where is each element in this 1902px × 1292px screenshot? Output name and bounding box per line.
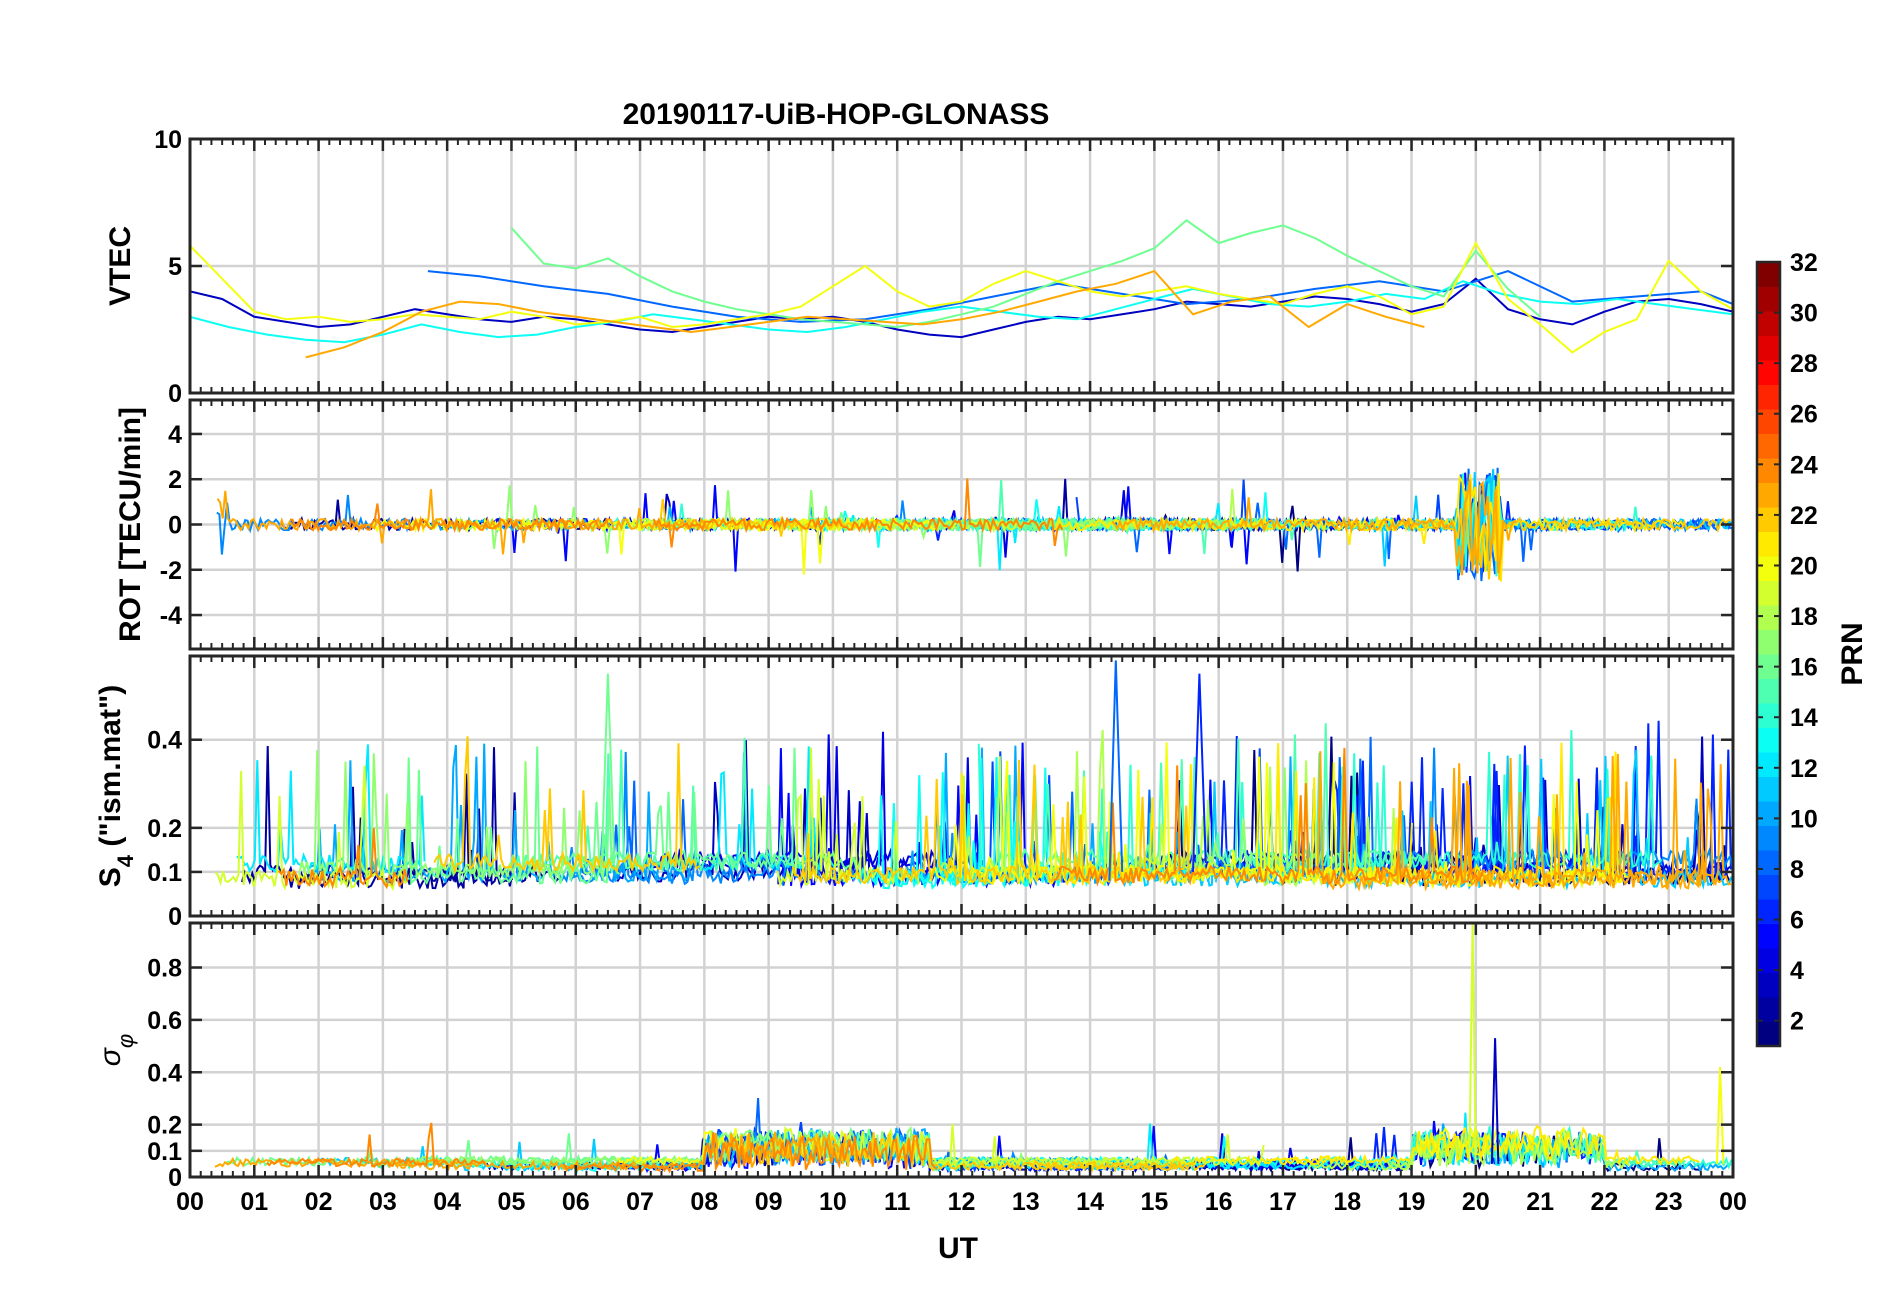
y-tick-label: 5	[168, 253, 182, 281]
x-tick-label: 21	[1526, 1188, 1554, 1216]
colorbar-tick-label: 24	[1790, 451, 1818, 479]
colorbar-swatch	[1757, 629, 1780, 655]
y-tick-label: 4	[168, 421, 182, 449]
y-axis-label: VTEC	[104, 226, 137, 306]
colorbar-swatch	[1757, 580, 1780, 606]
colorbar-swatch	[1757, 997, 1780, 1022]
y-tick-label: 0.1	[147, 1138, 182, 1166]
y-tick-label: 2	[168, 466, 182, 494]
colorbar-tick-label: 30	[1790, 300, 1818, 328]
colorbar-tick-label: 32	[1790, 249, 1818, 277]
panel-1: 0 5 10 VTEC	[104, 126, 1735, 408]
panel-3: 00.10.20.4S4 ("ism.mat")	[94, 654, 1735, 931]
x-tick-label: 12	[948, 1188, 976, 1216]
colorbar-tick-label: 8	[1790, 856, 1804, 884]
colorbar-tick-label: 16	[1790, 654, 1818, 682]
colorbar-swatch	[1757, 311, 1780, 336]
y-tick-label: 0	[168, 903, 182, 931]
colorbar-swatch	[1757, 433, 1780, 459]
colorbar-swatch	[1757, 752, 1780, 777]
colorbar-swatch	[1757, 556, 1780, 581]
colorbar-tick-label: 18	[1790, 603, 1818, 631]
y-tick-label: 0	[168, 380, 182, 408]
colorbar-swatch	[1757, 923, 1780, 949]
colorbar-swatch	[1757, 286, 1780, 312]
colorbar-tick-label: 4	[1790, 957, 1804, 985]
y-tick-label: 0.8	[147, 955, 182, 983]
x-tick-label: 00	[176, 1188, 204, 1216]
colorbar-swatch	[1757, 458, 1780, 483]
colorbar-swatch	[1757, 825, 1780, 851]
x-tick-label: 08	[690, 1188, 718, 1216]
x-tick-label: 05	[498, 1188, 526, 1216]
colorbar-tick-label: 26	[1790, 401, 1818, 429]
colorbar-swatch	[1757, 703, 1780, 728]
x-tick-label: 15	[1140, 1188, 1168, 1216]
x-tick-label: 01	[240, 1188, 268, 1216]
x-tick-label: 19	[1398, 1188, 1426, 1216]
x-tick-label: 17	[1269, 1188, 1297, 1216]
y-tick-label: 0.4	[147, 727, 182, 755]
colorbar-tick-label: 22	[1790, 502, 1818, 530]
y-tick-label: 0	[168, 512, 182, 540]
colorbar-swatch	[1757, 850, 1780, 875]
colorbar-tick-label: 14	[1790, 704, 1818, 732]
y-tick-label: 10	[154, 126, 182, 154]
colorbar-swatch	[1757, 874, 1780, 900]
y-tick-label: 0.6	[147, 1007, 182, 1035]
colorbar-tick-label: 12	[1790, 755, 1818, 783]
colorbar-swatch	[1757, 1021, 1780, 1047]
x-tick-label: 13	[1012, 1188, 1040, 1216]
colorbar-tick-label: 20	[1790, 552, 1818, 580]
chart-title: 20190117-UiB-HOP-GLONASS	[623, 98, 1050, 131]
colorbar-swatch	[1757, 727, 1780, 753]
colorbar-swatch	[1757, 801, 1780, 826]
colorbar-swatch	[1757, 605, 1780, 630]
y-tick-label: 0.4	[147, 1059, 182, 1087]
y-tick-label: -4	[160, 602, 182, 630]
x-axis-label: UT	[938, 1232, 978, 1265]
x-tick-label: 16	[1205, 1188, 1233, 1216]
x-tick-label: 09	[755, 1188, 783, 1216]
y-tick-label: -2	[160, 557, 182, 585]
colorbar-swatch	[1757, 262, 1780, 287]
colorbar-swatch	[1757, 384, 1780, 410]
x-tick-label: 23	[1655, 1188, 1683, 1216]
colorbar-swatch	[1757, 678, 1780, 704]
colorbar-swatch	[1757, 776, 1780, 802]
colorbar-tick-label: 10	[1790, 805, 1818, 833]
colorbar-tick-label: 2	[1790, 1008, 1804, 1036]
y-tick-label: 0.2	[147, 1112, 182, 1140]
colorbar-tick-label: 6	[1790, 907, 1804, 935]
x-tick-label: 00	[1719, 1188, 1747, 1216]
x-tick-label: 18	[1333, 1188, 1361, 1216]
x-tick-label: 10	[819, 1188, 847, 1216]
x-tick-label: 20	[1462, 1188, 1490, 1216]
x-tick-label: 04	[433, 1188, 461, 1216]
x-tick-label: 02	[305, 1188, 333, 1216]
x-tick-label: 11	[884, 1188, 911, 1216]
panels: 0510VTEC-4-2024ROT [TECU/min]00.10.20.4S…	[94, 126, 1747, 1216]
x-tick-label: 14	[1076, 1188, 1104, 1216]
colorbar-swatch	[1757, 531, 1780, 557]
panel-2: -4 -2 0 2 4 ROT [TECU/min]	[114, 398, 1735, 651]
y-axis-label: ROT [TECU/min]	[114, 407, 147, 642]
y-tick-label: 0.2	[147, 815, 182, 843]
x-tick-label: 22	[1591, 1188, 1619, 1216]
colorbar-label: PRN	[1836, 622, 1869, 685]
colorbar-swatch	[1757, 972, 1780, 998]
colorbar-swatch	[1757, 507, 1780, 532]
x-tick-label: 06	[562, 1188, 590, 1216]
y-tick-label: 0.1	[147, 859, 182, 887]
x-tick-label: 07	[626, 1188, 654, 1216]
colorbar-swatch	[1757, 482, 1780, 508]
x-tick-label: 03	[369, 1188, 397, 1216]
colorbar-tick-label: 28	[1790, 350, 1818, 378]
colorbar-swatch	[1757, 335, 1780, 361]
figure: 20190117-UiB-HOP-GLONASS 0510VTEC-4-2024…	[0, 0, 1902, 1292]
panel-4: 00.10.20.40.60.8σφ00 01 02 03 04 05 06 07 08 09 10…	[94, 921, 1747, 1216]
